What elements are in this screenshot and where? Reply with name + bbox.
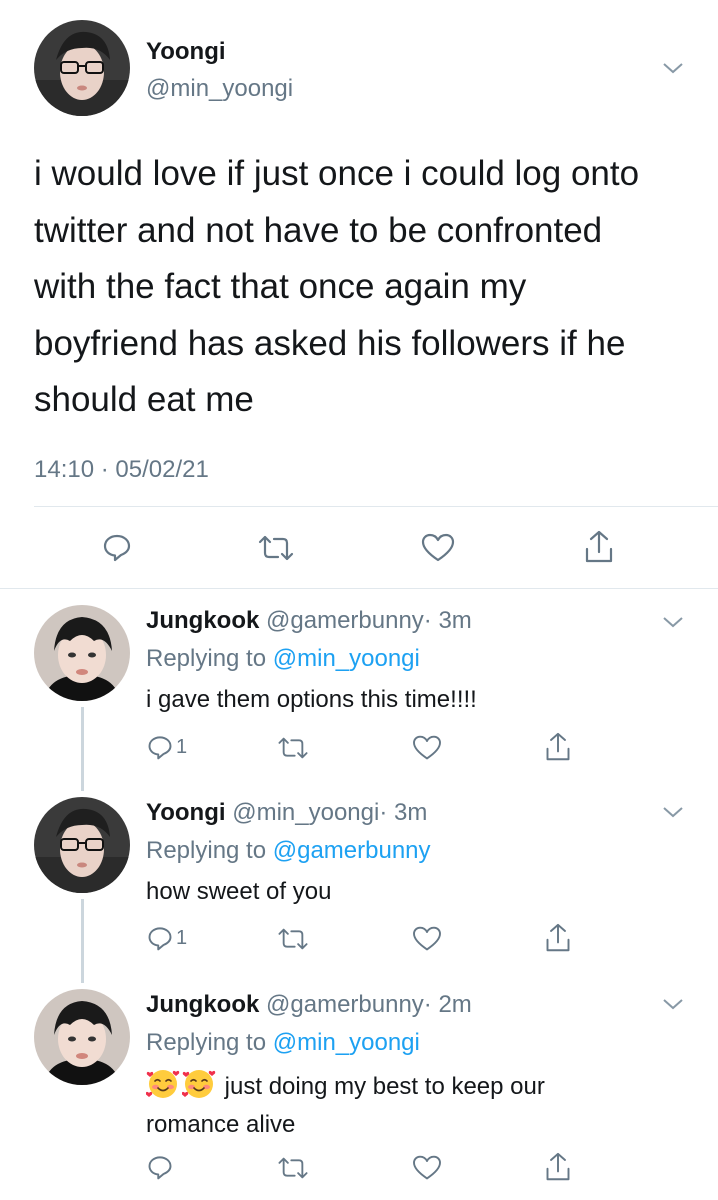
reply-icon — [146, 1153, 174, 1181]
user-handle[interactable]: @min_yoongi — [146, 75, 293, 103]
share-icon — [544, 1151, 572, 1183]
replying-to-label: Replying to — [146, 645, 273, 672]
reply-text: just doing my best to keep our romance a… — [145, 1067, 626, 1144]
share-button[interactable] — [583, 529, 615, 565]
reply-header: Jungkook @gamerbunny· 3m — [146, 607, 472, 635]
avatar[interactable] — [34, 797, 130, 893]
thread-line — [81, 707, 84, 791]
chevron-down-icon[interactable] — [658, 992, 688, 1016]
replying-to: Replying to @gamerbunny — [146, 837, 431, 865]
smiling-face-with-hearts-icon — [181, 1067, 216, 1101]
reply-header: Jungkook @gamerbunny· 2m — [146, 991, 472, 1019]
reply-time[interactable]: · 2m — [424, 991, 472, 1018]
reply-button[interactable] — [101, 531, 133, 563]
chevron-down-icon[interactable] — [658, 800, 688, 824]
thread-line — [81, 899, 84, 983]
avatar[interactable] — [34, 989, 130, 1085]
share-icon — [583, 529, 615, 565]
smiling-face-with-hearts-icon — [145, 1067, 180, 1101]
retweet-button[interactable] — [276, 735, 310, 761]
replying-to: Replying to @min_yoongi — [146, 645, 420, 673]
reply-time[interactable]: · 3m — [379, 799, 427, 826]
retweet-button[interactable] — [276, 926, 310, 952]
divider — [0, 588, 718, 589]
reply-button[interactable]: 1 — [146, 924, 187, 952]
reply-header: Yoongi @min_yoongi· 3m — [146, 799, 427, 827]
reply-button[interactable] — [146, 1153, 174, 1181]
like-button[interactable] — [412, 735, 442, 761]
like-icon — [412, 735, 442, 761]
avatar[interactable] — [34, 605, 130, 701]
user-handle[interactable]: @gamerbunny — [266, 991, 424, 1018]
like-button[interactable] — [412, 1155, 442, 1181]
replying-to-label: Replying to — [146, 837, 273, 864]
reply-text: i gave them options this time!!!! — [146, 686, 477, 713]
reply-icon — [101, 531, 133, 563]
reply-time[interactable]: · 3m — [424, 607, 472, 634]
retweet-icon — [276, 926, 310, 952]
reply-icon — [146, 924, 174, 952]
reply-icon — [146, 733, 174, 761]
share-button[interactable] — [544, 731, 572, 763]
user-handle[interactable]: @min_yoongi — [232, 799, 379, 826]
reply-button[interactable]: 1 — [146, 733, 187, 761]
mention-link[interactable]: @gamerbunny — [273, 837, 431, 864]
like-icon — [421, 533, 455, 563]
retweet-button[interactable] — [256, 533, 296, 563]
retweet-icon — [256, 533, 296, 563]
replying-to-label: Replying to — [146, 1029, 273, 1056]
share-icon — [544, 731, 572, 763]
display-name[interactable]: Jungkook — [146, 991, 259, 1018]
replying-to: Replying to @min_yoongi — [146, 1029, 420, 1057]
retweet-icon — [276, 1155, 310, 1181]
mention-link[interactable]: @min_yoongi — [273, 1029, 420, 1056]
reply-count: 1 — [176, 926, 188, 949]
avatar[interactable] — [34, 20, 130, 116]
user-handle[interactable]: @gamerbunny — [266, 607, 424, 634]
divider — [34, 506, 718, 507]
chevron-down-icon[interactable] — [658, 610, 688, 634]
mention-link[interactable]: @min_yoongi — [273, 645, 420, 672]
tweet-timestamp[interactable]: 14:10 · 05/02/21 — [34, 456, 209, 484]
share-icon — [544, 922, 572, 954]
like-icon — [412, 1155, 442, 1181]
share-button[interactable] — [544, 922, 572, 954]
like-button[interactable] — [421, 533, 455, 563]
display-name[interactable]: Yoongi — [146, 799, 226, 826]
chevron-down-icon[interactable] — [658, 56, 688, 80]
share-button[interactable] — [544, 1151, 572, 1183]
like-icon — [412, 926, 442, 952]
tweet-text: i would love if just once i could log on… — [34, 154, 640, 419]
reply-count: 1 — [176, 735, 188, 758]
display-name[interactable]: Jungkook — [146, 607, 259, 634]
reply-text: how sweet of you — [146, 878, 332, 905]
like-button[interactable] — [412, 926, 442, 952]
retweet-icon — [276, 735, 310, 761]
retweet-button[interactable] — [276, 1155, 310, 1181]
display-name[interactable]: Yoongi — [146, 38, 226, 66]
